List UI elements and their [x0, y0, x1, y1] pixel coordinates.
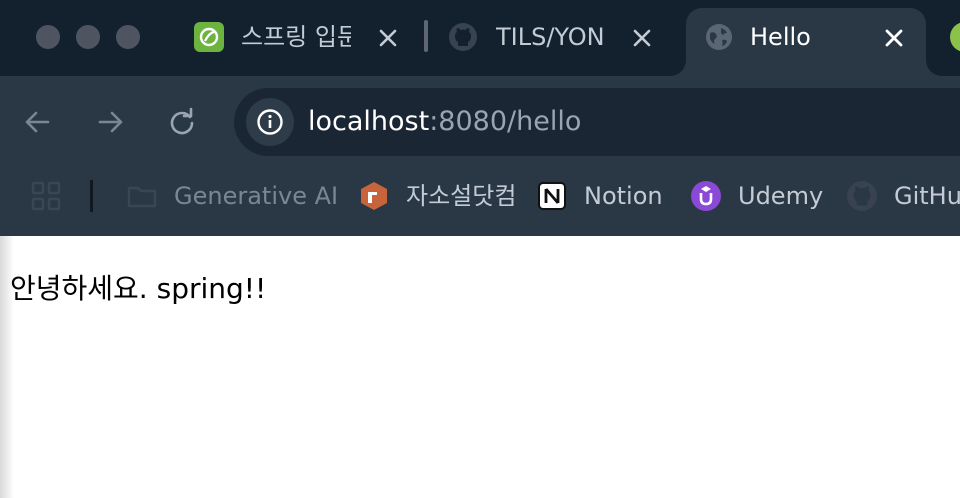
tab-divider [424, 20, 428, 52]
window-minimize-button[interactable] [76, 25, 100, 49]
bookmarks-divider [90, 180, 93, 212]
back-arrow-icon[interactable] [22, 106, 54, 138]
browser-toolbar: localhost:8080/hello Generative AI 자소설닷컴… [0, 76, 960, 236]
github-icon [846, 180, 878, 212]
bookmark-label: GitHub [894, 182, 960, 210]
bookmark-label: Udemy [738, 182, 824, 210]
tab-spring[interactable]: 스프링 입문 [184, 0, 420, 76]
bookmarks-bar: Generative AI 자소설닷컴 Notion Udemy GitHu [0, 176, 960, 236]
page-viewport: 안녕하세요. spring!! [0, 236, 960, 498]
close-icon[interactable] [880, 24, 908, 52]
site-info-icon[interactable] [246, 98, 294, 146]
url-text[interactable]: localhost:8080/hello [308, 104, 581, 140]
udemy-icon [690, 180, 722, 212]
tab-title: Hello [750, 23, 811, 51]
window-close-button[interactable] [36, 25, 60, 49]
address-bar[interactable]: localhost:8080/hello [234, 88, 960, 156]
folder-icon [126, 180, 158, 212]
reload-icon[interactable] [166, 106, 198, 138]
github-icon [448, 22, 478, 52]
tab-title: TILS/YON [496, 23, 605, 51]
globe-icon [704, 22, 734, 52]
forward-arrow-icon[interactable] [94, 106, 126, 138]
notion-icon [536, 180, 568, 212]
bookmark-label: 자소설닷컴 [406, 182, 517, 210]
page-body-text: 안녕하세요. spring!! [10, 272, 267, 305]
bookmark-label: Generative AI [174, 182, 339, 210]
apps-grid-icon[interactable] [30, 180, 62, 212]
next-tab-favicon-icon[interactable] [950, 22, 960, 52]
spring-icon [194, 22, 224, 52]
tab-github[interactable]: TILS/YON [436, 0, 676, 76]
close-icon[interactable] [628, 24, 656, 52]
url-host: localhost [308, 106, 430, 137]
tab-strip: 스프링 입문 TILS/YON Hello [0, 0, 960, 76]
bookmark-label: Notion [584, 182, 663, 210]
tab-hello-active[interactable]: Hello [686, 8, 926, 76]
url-path: :8080/hello [429, 106, 582, 137]
jasoseol-icon [358, 180, 390, 212]
close-icon[interactable] [374, 24, 402, 52]
window-zoom-button[interactable] [116, 25, 140, 49]
tab-title: 스프링 입문 [241, 23, 351, 51]
